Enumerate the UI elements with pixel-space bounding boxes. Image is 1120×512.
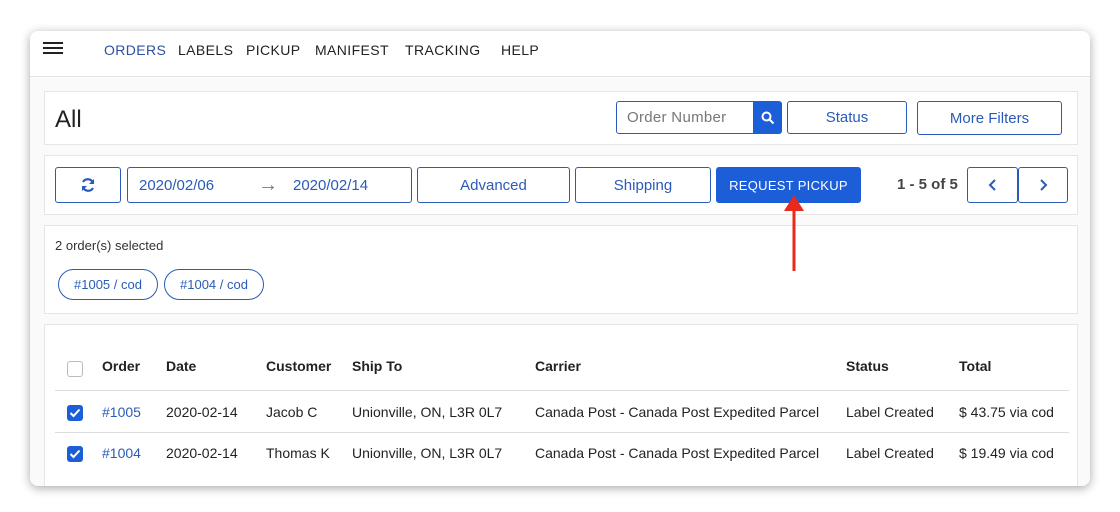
status-filter-button[interactable]: Status [787,101,907,134]
order-status: Label Created [846,445,934,461]
search-button[interactable] [754,101,782,134]
chevron-left-icon [988,179,996,191]
date-to: 2020/02/14 [293,177,369,194]
column-header-total[interactable]: Total [959,358,991,374]
refresh-button[interactable] [55,167,121,203]
pagination-info: 1 - 5 of 5 [897,176,958,193]
more-filters-button[interactable]: More Filters [917,101,1062,135]
nav-labels[interactable]: LABELS [178,42,233,58]
nav-tracking[interactable]: TRACKING [405,42,481,58]
hamburger-menu-icon[interactable] [43,42,63,56]
order-total: $ 19.49 via cod [959,445,1054,461]
selected-order-chip[interactable]: #1004 / cod [164,269,264,300]
nav-help[interactable]: HELP [501,42,539,58]
nav-manifest[interactable]: MANIFEST [315,42,389,58]
column-header-ship-to[interactable]: Ship To [352,358,402,374]
prev-page-button[interactable] [967,167,1018,203]
date-from: 2020/02/06 [139,177,215,194]
order-status: Label Created [846,404,934,420]
toolbar-card: 2020/02/06 → 2020/02/14 Advanced Shippin… [44,155,1078,215]
selected-order-chip[interactable]: #1005 / cod [58,269,158,300]
customer-name: Jacob C [266,404,318,420]
ship-to-address: Unionville, ON, L3R 0L7 [352,445,503,461]
nav-orders[interactable]: ORDERS [104,42,166,58]
column-header-date[interactable]: Date [166,358,196,374]
column-header-carrier[interactable]: Carrier [535,358,581,374]
next-page-button[interactable] [1018,167,1068,203]
shipping-button[interactable]: Shipping [575,167,711,203]
app-window: ORDERS LABELS PICKUP MANIFEST TRACKING H… [30,31,1090,486]
date-range-arrow-icon: → [258,174,278,196]
refresh-icon [81,178,95,192]
column-header-order[interactable]: Order [102,358,140,374]
header-card: All Order Number Status More Filters [44,91,1078,145]
top-nav-bar: ORDERS LABELS PICKUP MANIFEST TRACKING H… [30,31,1090,77]
date-range-picker[interactable]: 2020/02/06 → 2020/02/14 [127,167,412,203]
order-date: 2020-02-14 [166,445,238,461]
order-number-input[interactable]: Order Number [616,101,754,134]
ship-to-address: Unionville, ON, L3R 0L7 [352,404,503,420]
checkmark-icon [69,449,81,459]
table-divider [55,432,1069,433]
orders-table-card: Order Date Customer Ship To Carrier Stat… [44,324,1078,486]
row-checkbox[interactable] [67,405,83,421]
column-header-customer[interactable]: Customer [266,358,331,374]
selection-card: 2 order(s) selected #1005 / cod #1004 / … [44,225,1078,314]
carrier-name: Canada Post - Canada Post Expedited Parc… [535,445,820,461]
checkmark-icon [69,408,81,418]
order-total: $ 43.75 via cod [959,404,1054,420]
advanced-button[interactable]: Advanced [417,167,570,203]
order-link[interactable]: #1005 [102,404,141,420]
search-icon [761,111,775,124]
page-title: All [55,106,82,133]
selection-summary: 2 order(s) selected [55,238,164,253]
chevron-right-icon [1040,179,1048,191]
order-link[interactable]: #1004 [102,445,141,461]
column-header-status[interactable]: Status [846,358,889,374]
nav-pickup[interactable]: PICKUP [246,42,301,58]
select-all-checkbox[interactable] [67,361,83,377]
order-date: 2020-02-14 [166,404,238,420]
annotation-arrow [784,195,804,271]
carrier-name: Canada Post - Canada Post Expedited Parc… [535,404,820,420]
table-divider [55,390,1069,391]
row-checkbox[interactable] [67,446,83,462]
customer-name: Thomas K [266,445,330,461]
